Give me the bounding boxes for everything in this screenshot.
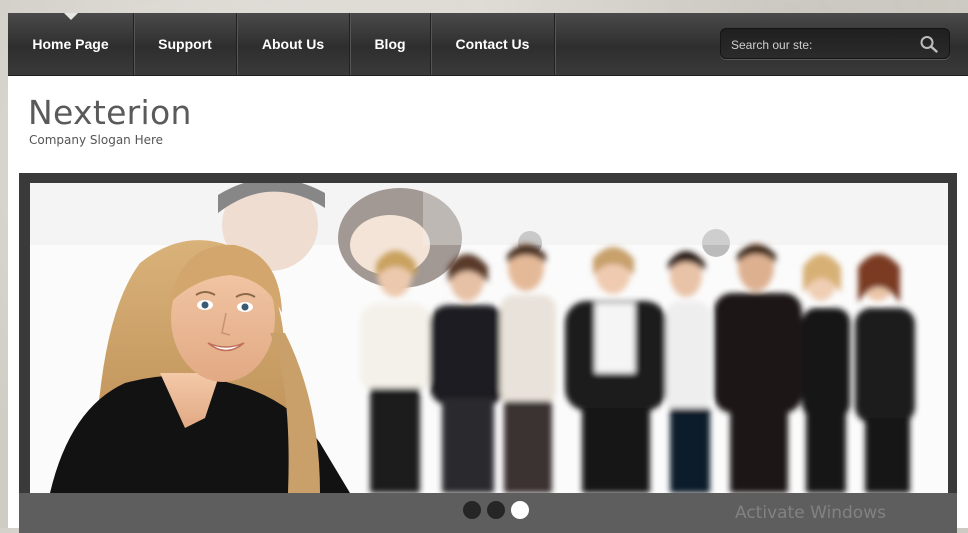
slider-pagination [463, 501, 529, 519]
company-slogan: Company Slogan Here [29, 133, 164, 147]
nav-item-about-us[interactable]: About Us [237, 13, 350, 75]
nav-item-home-page[interactable]: Home Page [8, 13, 134, 75]
page-wrapper: Home Page Support About Us Blog Contact … [8, 13, 968, 533]
search-input[interactable] [729, 29, 913, 60]
site-logo[interactable]: Nexterion [28, 93, 192, 132]
nav-menu: Home Page Support About Us Blog Contact … [8, 13, 555, 75]
image-slider [19, 173, 957, 533]
slider-dot-2[interactable] [487, 501, 505, 519]
slider-dot-3-active[interactable] [511, 501, 529, 519]
business-team-photo [30, 183, 948, 493]
slider-dot-1[interactable] [463, 501, 481, 519]
nav-item-blog[interactable]: Blog [350, 13, 431, 75]
nav-item-support[interactable]: Support [134, 13, 237, 75]
search-box [720, 28, 950, 60]
nav-item-contact-us[interactable]: Contact Us [431, 13, 555, 75]
main-navbar: Home Page Support About Us Blog Contact … [8, 13, 968, 76]
slide-image [30, 183, 948, 493]
search-icon[interactable] [919, 35, 939, 53]
activate-windows-watermark: Activate Windows [735, 503, 886, 523]
